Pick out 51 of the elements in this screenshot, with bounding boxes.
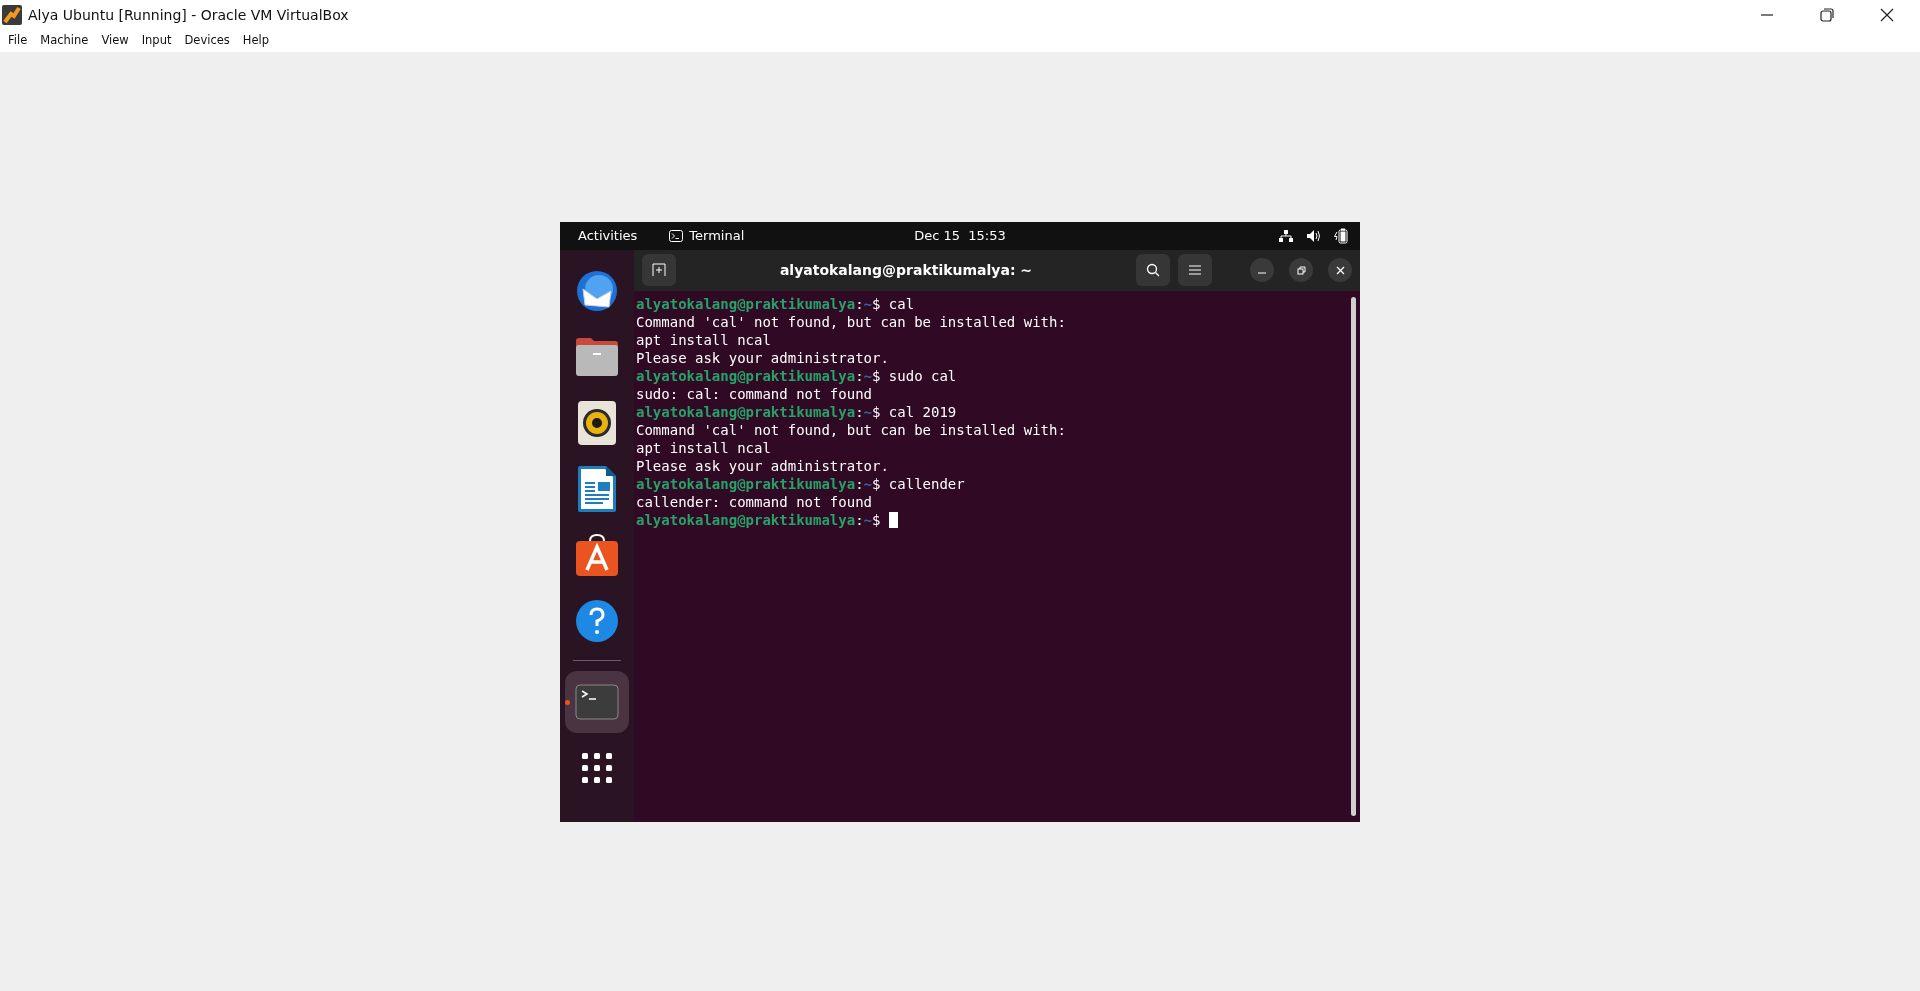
question-mark-icon [575,598,619,643]
scrollbar[interactable] [1351,296,1356,816]
output-line: apt install ncal [636,330,771,349]
menu-button[interactable] [1178,254,1212,286]
clock[interactable]: Dec 15 15:53 [914,228,1006,243]
prompt-line: alyatokalang@praktikumalya:~$ sudo cal [636,366,957,385]
app-logo-icon [2,5,22,25]
prompt-line: alyatokalang@praktikumalya:~$ cal 2019 [636,402,957,421]
search-icon [1146,263,1160,277]
menu-item[interactable]: Machine [36,33,93,47]
menu-item[interactable]: Devices [180,33,234,47]
close-icon [1335,265,1345,275]
output-line: Please ask your administrator. [636,348,889,367]
restore-icon[interactable] [1820,8,1834,22]
folder-icon [575,336,619,377]
battery-icon[interactable] [1334,227,1348,244]
app-grid-icon[interactable] [582,752,612,783]
output-line: Please ask your administrator. [636,456,889,475]
menu-icon [1189,265,1201,275]
output-line: sudo: cal: command not found [636,384,872,403]
terminal-title: alyatokalang@praktikumalya: ~ [778,262,1034,278]
maximize-button[interactable] [1289,258,1313,282]
minimize-icon [1258,272,1266,274]
output-line: callender: command not found [636,492,872,511]
restore-icon [1296,265,1306,275]
terminal-app-icon [575,683,619,720]
minimize-button[interactable] [1250,258,1274,282]
menu-item[interactable]: Input [137,33,176,47]
output-line: Command 'cal' not found, but can be installed with: [636,312,1066,331]
close-button[interactable] [1328,258,1352,282]
close-icon[interactable] [1880,8,1894,22]
output-line: Command 'cal' not found, but can be installed with: [636,420,1066,439]
document-icon [578,465,616,512]
app-menu-label[interactable]: Terminal [689,228,745,243]
new-tab-button[interactable] [642,254,676,286]
prompt-line: alyatokalang@praktikumalya:~$ cal [636,294,915,313]
search-button[interactable] [1136,254,1170,286]
menu-item[interactable]: File [4,33,32,47]
prompt-line: alyatokalang@praktikumalya:~$ callender [636,474,965,493]
menu-item[interactable]: Help [238,33,273,47]
network-icon[interactable] [1279,228,1293,243]
activities-button[interactable]: Activities [560,228,656,243]
shopping-bag-icon [575,532,619,577]
volume-icon[interactable] [1306,228,1321,243]
terminal-icon [669,229,684,242]
window-title: Alya Ubuntu [Running] - Oracle VM VirtualBox [28,7,349,23]
prompt-line: alyatokalang@praktikumalya:~$ [636,510,882,529]
menu-item[interactable]: View [97,33,133,47]
output-line: apt install ncal [636,438,771,457]
speaker-icon [578,400,616,445]
new-tab-icon [652,263,666,277]
